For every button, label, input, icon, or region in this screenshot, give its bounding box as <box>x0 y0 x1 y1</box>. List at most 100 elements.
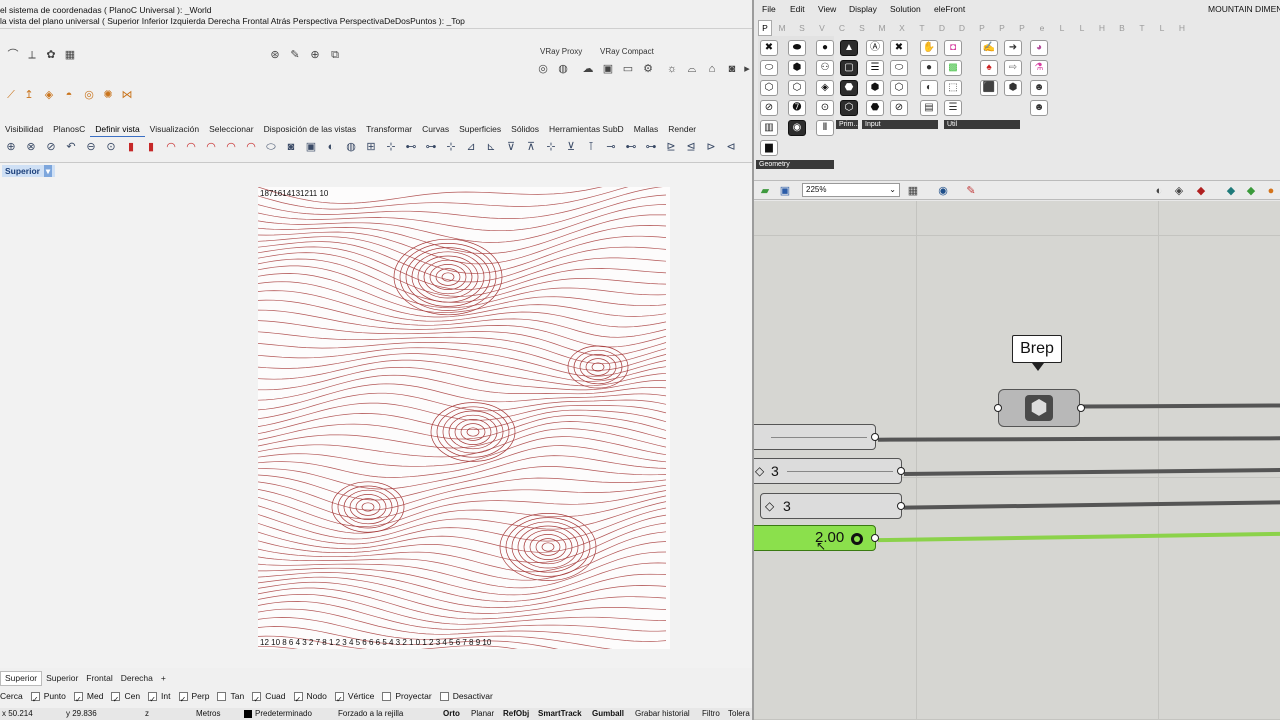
brep-output-port[interactable] <box>1077 404 1085 412</box>
view-tool-icon[interactable]: ⊶ <box>424 140 438 154</box>
component-button[interactable]: ◈ <box>816 80 834 96</box>
component-button[interactable]: ✋ <box>920 40 938 56</box>
gh-tab-10[interactable]: D <box>952 21 972 35</box>
view-tool-icon[interactable]: ↶ <box>64 140 78 154</box>
open-file-icon[interactable]: ▰ <box>758 184 772 198</box>
sweep-icon[interactable]: ⟋ <box>4 88 18 102</box>
osnap-checkbox[interactable]: ✓ <box>178 692 188 704</box>
bake-green-icon[interactable]: ◆ <box>1244 184 1258 198</box>
component-button[interactable]: ⬢ <box>1004 80 1022 96</box>
component-button[interactable]: ☻ <box>1030 80 1048 96</box>
preview-shaded-icon[interactable]: ◆ <box>1194 184 1208 198</box>
view-tool-icon[interactable]: ⊹ <box>444 140 458 154</box>
pen-tool-icon[interactable]: ✎ <box>288 48 302 62</box>
component-button[interactable]: ✖ <box>890 40 908 56</box>
component-button[interactable]: ⬚ <box>944 80 962 96</box>
tab-visibilidad[interactable]: Visibilidad <box>0 122 48 136</box>
tab-seleccionar[interactable]: Seleccionar <box>204 122 258 136</box>
component-button[interactable]: ☰ <box>866 60 884 76</box>
component-button[interactable]: ▲ <box>840 40 858 56</box>
leaf-tool-icon[interactable]: ✿ <box>44 48 58 62</box>
zoom-dropdown[interactable]: 225% ⌄ <box>802 183 900 197</box>
gh-tab-4[interactable]: C <box>832 21 852 35</box>
view-tool-icon[interactable]: ⊸ <box>604 140 618 154</box>
gh-tab-18[interactable]: B <box>1112 21 1132 35</box>
globe-icon[interactable]: ● <box>1264 184 1278 198</box>
status-gumball[interactable]: Gumball <box>592 708 624 720</box>
osnap-cuad[interactable]: ✓ Cuad <box>252 689 289 704</box>
osnap-proyectar[interactable]: Proyectar <box>382 689 435 703</box>
status-filter[interactable]: Filtro <box>702 708 720 720</box>
osnap-desactivar[interactable]: Desactivar <box>439 689 497 703</box>
vray-window-icon[interactable]: ▭ <box>621 62 635 76</box>
number-slider-3[interactable]: ◇ 3 <box>760 493 905 519</box>
component-button[interactable]: ◐ <box>920 80 938 96</box>
mesh-orange-icon[interactable]: ⋈ <box>120 88 134 102</box>
view-tool-icon[interactable]: ◠ <box>184 140 198 154</box>
view-tool-icon[interactable]: ◠ <box>204 140 218 154</box>
component-button[interactable]: ⚇ <box>816 60 834 76</box>
view-tool-icon[interactable]: ⊳ <box>704 140 718 154</box>
tab-subd[interactable]: Herramientas SubD <box>544 122 629 136</box>
menu-view[interactable]: View <box>818 2 836 16</box>
gh-tab-6[interactable]: M <box>872 21 892 35</box>
group-label-geometry[interactable]: Geometry <box>756 160 830 169</box>
group-label-input[interactable]: Input <box>862 120 938 129</box>
viewport-tab-frontal[interactable]: Frontal <box>82 672 116 685</box>
gh-tab-14[interactable]: e <box>1032 21 1052 35</box>
view-tool-icon[interactable]: ⊵ <box>664 140 678 154</box>
tab-mallas[interactable]: Mallas <box>629 122 664 136</box>
tab-curvas[interactable]: Curvas <box>417 122 454 136</box>
tab-solidos[interactable]: Sólidos <box>506 122 544 136</box>
view-tool-icon[interactable]: ⊙ <box>104 140 118 154</box>
osnap-checkbox[interactable]: ✓ <box>334 692 344 704</box>
add-viewport-tab[interactable]: + <box>157 672 170 685</box>
house-icon[interactable]: ⌂ <box>705 62 719 76</box>
gh-canvas[interactable]: Brep ⬢ ◇ 3 ◇ 3 2.00 ↖ <box>754 201 1280 720</box>
component-button[interactable]: ⬡ <box>760 80 778 96</box>
status-smarttrack[interactable]: SmartTrack <box>538 708 582 720</box>
component-button[interactable]: ⇨ <box>1004 60 1022 76</box>
view-tool-icon[interactable]: ⊷ <box>624 140 638 154</box>
status-planar[interactable]: Planar <box>471 708 494 720</box>
gh-tab-11[interactable]: P <box>972 21 992 35</box>
view-tool-icon[interactable]: ⊾ <box>484 140 498 154</box>
view-tool-icon[interactable]: ◠ <box>164 140 178 154</box>
osnap-nodo[interactable]: ✓ Nodo <box>293 689 331 704</box>
osnap-tan[interactable]: Tan <box>217 689 248 703</box>
sun-orange-icon[interactable]: ✺ <box>101 88 115 102</box>
preview-off-icon[interactable]: ◐ <box>1152 184 1166 198</box>
view-tool-icon[interactable]: ◍ <box>344 140 358 154</box>
arrow-up-icon[interactable]: ↥ <box>22 88 36 102</box>
slider-output-port[interactable] <box>897 502 905 510</box>
gh-tab-16[interactable]: L <box>1072 21 1092 35</box>
preview-wire-icon[interactable]: ◈ <box>1172 184 1186 198</box>
component-button[interactable]: ▩ <box>944 60 962 76</box>
number-slider-2[interactable]: ◇ 3 <box>754 458 905 484</box>
osnap-checkbox[interactable]: ✓ <box>111 692 121 704</box>
component-button[interactable]: ☻ <box>1030 100 1048 116</box>
osnap-checkbox[interactable] <box>217 692 227 702</box>
gh-tab-20[interactable]: L <box>1152 21 1172 35</box>
view-tool-icon[interactable]: ⊺ <box>584 140 598 154</box>
component-button[interactable]: ◉ <box>788 120 806 136</box>
view-tool-icon[interactable]: ⊲ <box>724 140 738 154</box>
view-tool-icon[interactable]: ▮ <box>144 140 158 154</box>
viewport-title[interactable]: Superior ▾ <box>2 165 55 177</box>
gh-tab-13[interactable]: P <box>1012 21 1032 35</box>
component-button[interactable]: ✍ <box>980 40 998 56</box>
osnap-checkbox[interactable] <box>439 692 449 702</box>
menu-display[interactable]: Display <box>849 2 877 16</box>
view-tool-icon[interactable]: ◠ <box>224 140 238 154</box>
vray-proxy-icon[interactable]: ☁ <box>581 62 595 76</box>
view-tool-icon[interactable]: ⊗ <box>24 140 38 154</box>
save-icon[interactable]: ▣ <box>778 184 792 198</box>
gh-tab-8[interactable]: T <box>912 21 932 35</box>
component-button[interactable]: ⊙ <box>816 100 834 116</box>
component-button[interactable]: ⬬ <box>788 40 806 56</box>
menu-edit[interactable]: Edit <box>790 2 805 16</box>
gh-tab-17[interactable]: H <box>1092 21 1112 35</box>
status-grid-snap[interactable]: Forzado a la rejilla <box>338 708 403 720</box>
component-button[interactable]: ◘ <box>944 40 962 56</box>
gh-tab-3[interactable]: V <box>812 21 832 35</box>
